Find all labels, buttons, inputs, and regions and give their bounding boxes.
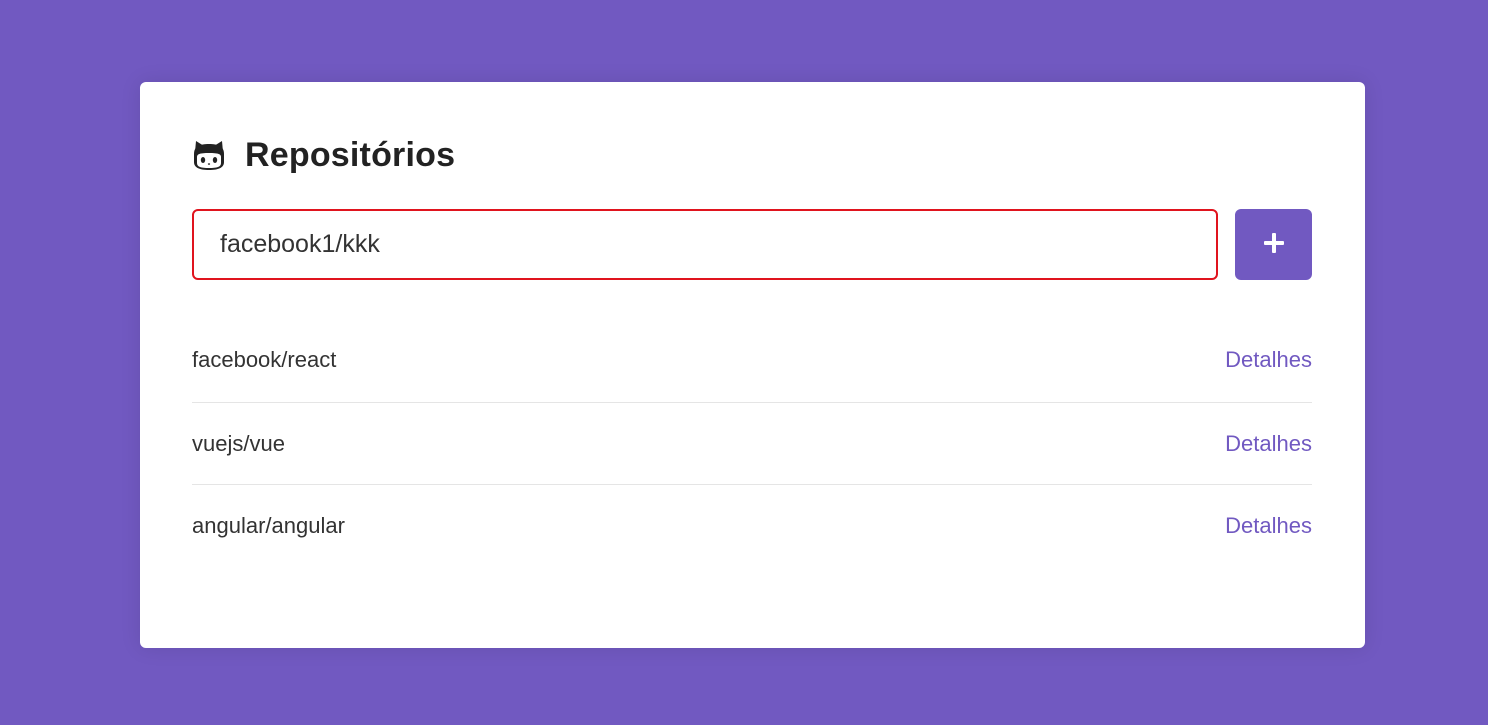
repositories-card: Repositórios facebook/react Detalhes vue… — [140, 82, 1365, 648]
list-item: vuejs/vue Detalhes — [192, 402, 1312, 484]
repository-name: angular/angular — [192, 512, 345, 538]
plus-icon — [1263, 232, 1285, 257]
list-item: facebook/react Detalhes — [192, 318, 1312, 402]
repository-name: facebook/react — [192, 347, 337, 372]
page-title: Repositórios — [245, 135, 456, 174]
list-item: angular/angular Detalhes — [192, 484, 1312, 566]
repository-list: facebook/react Detalhes vuejs/vue Detalh… — [192, 318, 1312, 566]
repository-input[interactable] — [192, 209, 1218, 280]
details-link[interactable]: Detalhes — [1225, 347, 1312, 373]
repository-name: vuejs/vue — [192, 430, 285, 456]
add-repository-form — [192, 209, 1312, 280]
github-icon — [192, 140, 226, 170]
details-link[interactable]: Detalhes — [1225, 431, 1312, 457]
page-header: Repositórios — [192, 135, 1312, 175]
add-repository-button[interactable] — [1235, 209, 1312, 280]
details-link[interactable]: Detalhes — [1225, 513, 1312, 539]
